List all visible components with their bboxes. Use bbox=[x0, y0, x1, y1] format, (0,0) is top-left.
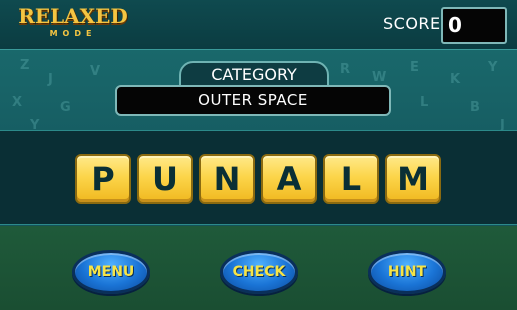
logo-subtitle: MODE bbox=[49, 29, 97, 38]
letter-tiles: P U N A L M bbox=[75, 154, 445, 204]
letter-tile[interactable]: U bbox=[137, 154, 193, 204]
letter-tile[interactable]: M bbox=[385, 154, 441, 204]
letter-tile[interactable]: P bbox=[75, 154, 131, 204]
relaxed-mode-logo: RELAXED MODE bbox=[8, 4, 138, 44]
score-label: SCORE bbox=[383, 14, 441, 33]
game-screen: Z J V X G Y R W E K Y L B J Q D L S M T … bbox=[0, 0, 517, 310]
logo-title: RELAXED bbox=[18, 4, 128, 28]
letter-tile[interactable]: L bbox=[323, 154, 379, 204]
category-value: OUTER SPACE bbox=[115, 85, 391, 116]
menu-button[interactable]: MENU bbox=[72, 250, 150, 294]
hint-button[interactable]: HINT bbox=[368, 250, 446, 294]
letter-tile[interactable]: N bbox=[199, 154, 255, 204]
score-value: 0 bbox=[441, 7, 507, 44]
check-button[interactable]: CHECK bbox=[220, 250, 298, 294]
letter-tile[interactable]: A bbox=[261, 154, 317, 204]
